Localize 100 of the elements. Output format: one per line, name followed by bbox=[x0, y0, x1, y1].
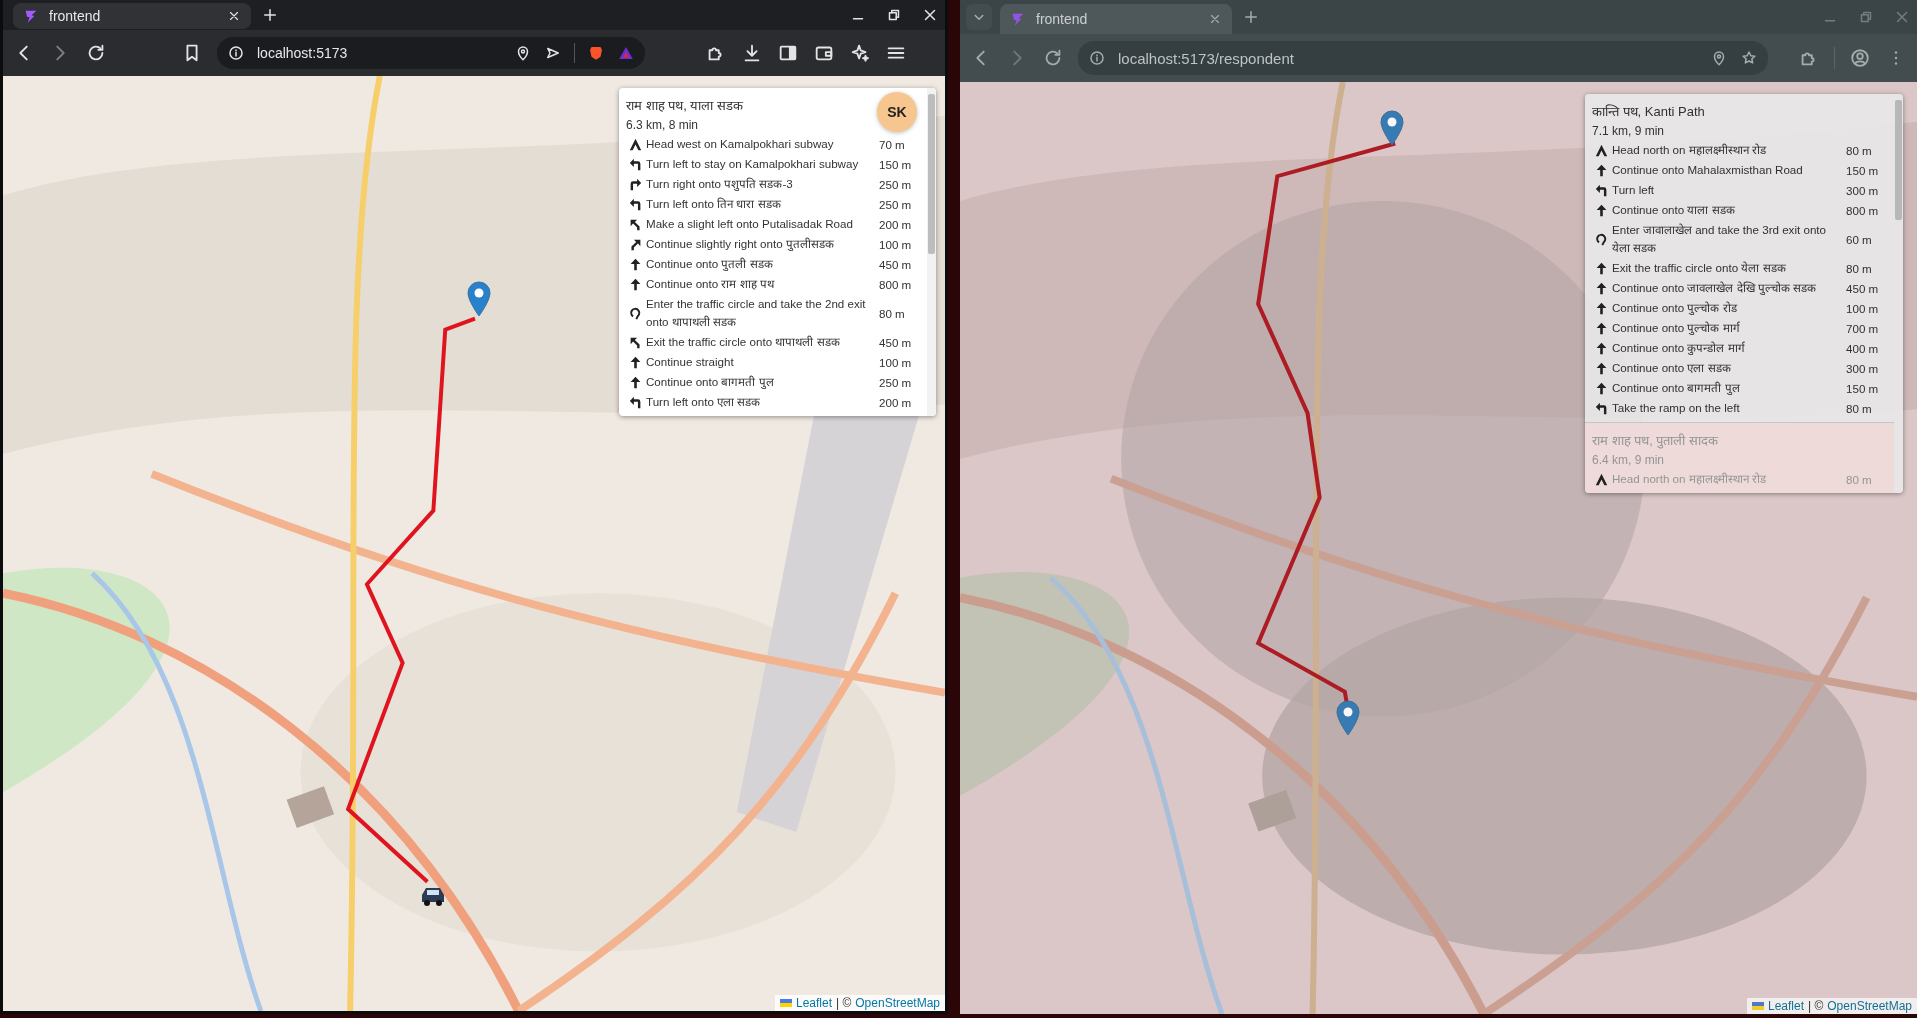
slight-left-icon bbox=[628, 217, 642, 231]
distance-text: 400 m bbox=[1845, 341, 1880, 355]
route-summary: 6.3 km, 8 min bbox=[626, 117, 700, 134]
tab-title: frontend bbox=[49, 8, 102, 24]
instruction-text: Continue onto कुपन्डोल मार्ग bbox=[1612, 340, 1746, 357]
openstreetmap-link[interactable]: OpenStreetMap bbox=[1827, 999, 1912, 1013]
distance-text: 150 m bbox=[878, 157, 913, 171]
distance-text: 450 m bbox=[1845, 281, 1880, 295]
openstreetmap-link[interactable]: OpenStreetMap bbox=[855, 996, 940, 1010]
distance-text: 200 m bbox=[878, 217, 913, 231]
tab-search-button[interactable] bbox=[966, 4, 992, 30]
lion-shield-icon[interactable] bbox=[587, 44, 605, 62]
url-text: localhost:5173/respondent bbox=[1118, 49, 1294, 67]
scrollbar-thumb[interactable] bbox=[1895, 100, 1902, 220]
distance-text: 100 m bbox=[878, 355, 913, 369]
separator-text: | © bbox=[1808, 999, 1824, 1013]
turn-left-icon bbox=[628, 395, 642, 409]
straight-arrow-icon bbox=[628, 277, 642, 291]
slight-right-icon bbox=[628, 237, 642, 251]
new-tab-icon[interactable] bbox=[261, 6, 279, 24]
straight-arrow-icon bbox=[1594, 381, 1608, 395]
distance-text: 100 m bbox=[1845, 301, 1880, 315]
instruction-text: Take the ramp on the left bbox=[1612, 400, 1741, 416]
distance-text: 60 m bbox=[1845, 232, 1873, 246]
instruction-text: Continue onto पुल्चोक रोड bbox=[1612, 300, 1739, 317]
map-pin-icon[interactable] bbox=[467, 281, 491, 317]
straight-arrow-icon bbox=[628, 355, 642, 369]
route-name: कान्ति पथ, Kanti Path bbox=[1592, 103, 1706, 121]
instruction-text: Head west on Kamalpokhari subway bbox=[646, 136, 835, 152]
distance-text: 800 m bbox=[878, 277, 913, 291]
turn-left-icon bbox=[628, 157, 642, 171]
instruction-text: Continue onto जावलाखेल देखि पुल्चोक सडक bbox=[1612, 280, 1818, 297]
instruction-text: Head north on महालक्ष्मीस्थान रोड bbox=[1612, 142, 1768, 158]
leaflet-link[interactable]: Leaflet bbox=[795, 996, 832, 1010]
distance-text: 250 m bbox=[878, 197, 913, 211]
distance-text: 80 m bbox=[1845, 401, 1873, 415]
instruction-text: Turn left to stay on Kamalpokhari subway bbox=[646, 156, 860, 172]
instruction-text: Turn left bbox=[1612, 182, 1656, 198]
instruction-text: Turn right onto पशुपति सडक-3 bbox=[646, 176, 794, 193]
roundabout-icon bbox=[628, 306, 642, 320]
route-summary: 7.1 km, 9 min bbox=[1592, 123, 1666, 140]
distance-text: 80 m bbox=[1845, 472, 1873, 486]
instruction-text: Exit the traffic circle onto येला सडक bbox=[1612, 260, 1787, 276]
address-bar[interactable]: localhost:5173/respondent bbox=[1078, 41, 1768, 75]
distance-text: 450 m bbox=[878, 335, 913, 349]
distance-text: 450 m bbox=[878, 257, 913, 271]
scrollbar[interactable] bbox=[927, 88, 936, 416]
user-avatar[interactable]: SK bbox=[877, 92, 917, 132]
instruction-text: Continue onto राम शाह पथ bbox=[646, 276, 776, 292]
distance-text: 150 m bbox=[1845, 381, 1880, 395]
turn-left-icon bbox=[1594, 183, 1608, 197]
map-pin-icon[interactable] bbox=[1336, 700, 1360, 736]
info-icon[interactable] bbox=[227, 44, 245, 62]
leaflet-link[interactable]: Leaflet bbox=[1767, 999, 1804, 1013]
straight-arrow-icon bbox=[1594, 281, 1608, 295]
start-icon bbox=[1594, 143, 1608, 157]
instruction-text: Continue onto बागमती पुल bbox=[1612, 380, 1741, 397]
separator-text: | © bbox=[836, 996, 852, 1010]
instruction-text: Exit the traffic circle onto थापाथली सडक bbox=[646, 334, 841, 350]
instruction-text: Continue slightly right onto पुतलीसडक bbox=[646, 236, 835, 253]
browser-tab[interactable]: frontend bbox=[1000, 4, 1232, 34]
browser-tab[interactable]: frontend bbox=[13, 3, 251, 29]
instruction-text: Turn left onto तिन धारा सडक bbox=[646, 196, 782, 212]
straight-arrow-icon bbox=[1594, 321, 1608, 335]
roundabout-icon bbox=[1594, 232, 1608, 246]
distance-text: 700 m bbox=[1845, 321, 1880, 335]
car-icon[interactable] bbox=[419, 886, 447, 906]
url-text: localhost:5173 bbox=[257, 45, 348, 61]
close-tab-icon[interactable] bbox=[227, 9, 241, 23]
instruction-text: Continue onto Mahalaxmisthan Road bbox=[1612, 162, 1804, 178]
start-icon bbox=[1594, 472, 1608, 486]
turn-right-icon bbox=[628, 177, 642, 191]
turn-left-icon bbox=[1594, 401, 1608, 415]
instruction-text: Continue onto याला सडक bbox=[1612, 202, 1736, 218]
instruction-text: Continue straight bbox=[646, 354, 735, 370]
bookmark-star-icon[interactable] bbox=[1740, 49, 1758, 67]
instruction-text: Continue onto एला सडक bbox=[1612, 360, 1732, 376]
instruction-text: Continue onto पुल्चोक मार्ग bbox=[1612, 320, 1741, 337]
straight-arrow-icon bbox=[628, 257, 642, 271]
straight-arrow-icon bbox=[1594, 163, 1608, 177]
straight-arrow-icon bbox=[628, 375, 642, 389]
start-icon bbox=[628, 137, 642, 151]
distance-text: 800 m bbox=[1845, 203, 1880, 217]
profile-icon[interactable] bbox=[1849, 47, 1871, 69]
straight-arrow-icon bbox=[1594, 203, 1608, 217]
straight-arrow-icon bbox=[1594, 341, 1608, 355]
distance-text: 80 m bbox=[1845, 261, 1873, 275]
sparkle-icon[interactable] bbox=[849, 42, 871, 64]
distance-text: 150 m bbox=[1845, 163, 1880, 177]
route-name: राम शाह पथ, याला सडक bbox=[626, 97, 745, 115]
map-pin-icon[interactable] bbox=[1380, 110, 1404, 146]
flag-icon bbox=[1751, 1002, 1764, 1010]
address-bar[interactable]: localhost:5173 bbox=[217, 37, 645, 69]
distance-text: 100 m bbox=[878, 237, 913, 251]
scrollbar-thumb[interactable] bbox=[928, 94, 935, 254]
distance-text: 70 m bbox=[878, 137, 906, 151]
distance-text: 250 m bbox=[878, 177, 913, 191]
instruction-text: Make a slight left onto Putalisadak Road bbox=[646, 216, 854, 232]
instruction-text: Turn left onto एला सडक bbox=[646, 394, 762, 410]
slight-left-icon bbox=[628, 335, 642, 349]
